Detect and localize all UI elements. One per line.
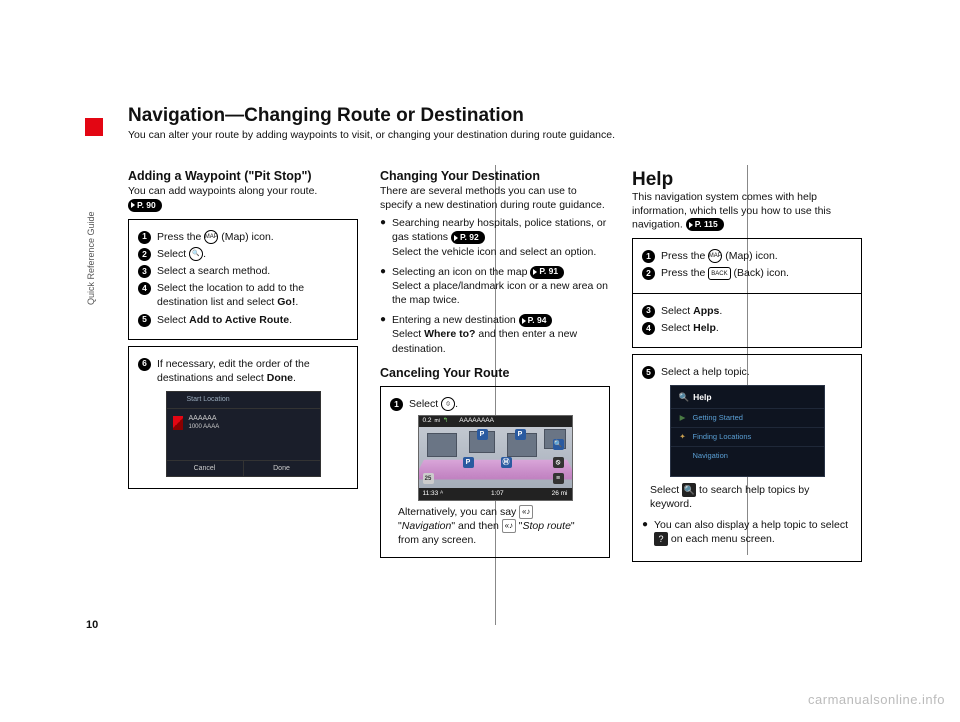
column-help: Help This navigation system comes with h… <box>632 169 862 562</box>
map-icon: MAP <box>204 230 218 244</box>
steps-box-2: 6 If necessary, edit the order of the de… <box>128 346 358 489</box>
cancel-route-box: 1 Select ⦸. 0.2mi ↰ AAAAAAAA <box>380 386 610 558</box>
screenshot-map: 0.2mi ↰ AAAAAAAA P P 🔍 P Ⓜ <box>418 415 573 501</box>
step-text: Select ⦸. <box>409 397 458 411</box>
heading-destination: Changing Your Destination <box>380 169 610 183</box>
section-tab <box>85 118 103 136</box>
step-number: 1 <box>138 231 151 244</box>
search-icon: 🔍 <box>682 483 696 497</box>
step-number: 5 <box>138 314 151 327</box>
page-reference: P. 115 <box>686 218 724 231</box>
cancel-button: Cancel <box>167 461 244 476</box>
bullet-text: Entering a new destination P. 94 Select … <box>392 313 610 356</box>
step-text: Press the MAP (Map) icon. <box>661 249 778 263</box>
step-number: 2 <box>138 248 151 261</box>
done-button: Done <box>244 461 320 476</box>
step-number: 4 <box>642 322 655 335</box>
help-box-2: 3 Select Apps. 4 Select Help. <box>632 294 862 348</box>
heading-cancel-route: Canceling Your Route <box>380 366 610 380</box>
step-number: 6 <box>138 358 151 371</box>
step-number: 2 <box>642 267 655 280</box>
help-icon: ? <box>654 532 668 546</box>
bullet-text: Searching nearby hospitals, police stati… <box>392 216 610 259</box>
step-text: If necessary, edit the order of the dest… <box>157 357 348 385</box>
search-instruction: Select 🔍 to search help topics by keywor… <box>642 483 852 511</box>
watermark: carmanualsonline.info <box>808 692 945 707</box>
step-number: 5 <box>642 366 655 379</box>
intro-waypoint: You can add waypoints along your route. … <box>128 185 358 213</box>
play-icon: ▶ <box>679 413 687 423</box>
page-reference: P. 90 <box>128 199 162 212</box>
help-box-3: 5 Select a help topic. 🔍Help ▶Getting St… <box>632 354 862 562</box>
step-text: Press the BACK (Back) icon. <box>661 266 789 280</box>
heading-waypoint: Adding a Waypoint ("Pit Stop") <box>128 169 358 183</box>
screenshot-waypoint-list: Start Location AAAAAA1000 AAAA Cancel Do… <box>166 391 321 477</box>
screenshot-help: 🔍Help ▶Getting Started ✦Finding Location… <box>670 385 825 477</box>
page-subtitle: You can alter your route by adding waypo… <box>128 129 868 141</box>
step-text: Select a search method. <box>157 264 270 278</box>
step-text: Select a help topic. <box>661 365 750 379</box>
steps-box-1: 1 Press the MAP (Map) icon. 2 Select 🔍. … <box>128 219 358 340</box>
voice-icon: «♪ <box>519 505 533 519</box>
step-text: Select 🔍. <box>157 247 206 261</box>
step-number: 1 <box>642 250 655 263</box>
intro-destination: There are several methods you can use to… <box>380 185 610 212</box>
step-number: 3 <box>138 265 151 278</box>
side-label: Quick Reference Guide <box>86 145 104 305</box>
page-title: Navigation—Changing Route or Destination <box>128 105 868 127</box>
step-number: 4 <box>138 282 151 295</box>
map-icon: MAP <box>708 249 722 263</box>
column-waypoint: Adding a Waypoint ("Pit Stop") You can a… <box>128 169 358 562</box>
step-text: Select Add to Active Route. <box>157 313 292 327</box>
step-number: 1 <box>390 398 403 411</box>
step-text: Press the MAP (Map) icon. <box>157 230 274 244</box>
page-reference: P. 91 <box>530 266 564 279</box>
step-text: Select Apps. <box>661 304 722 318</box>
search-icon: 🔍 <box>679 392 690 403</box>
search-icon: 🔍 <box>189 247 203 261</box>
page-number: 10 <box>86 619 98 631</box>
back-icon: BACK <box>708 267 730 280</box>
bullet-text: Selecting an icon on the map P. 91 Selec… <box>392 265 610 308</box>
column-destination: Changing Your Destination There are seve… <box>380 169 610 562</box>
flag-icon <box>173 416 183 430</box>
page-reference: P. 92 <box>451 231 485 244</box>
intro-help: This navigation system comes with help i… <box>632 191 862 232</box>
page-reference: P. 94 <box>519 314 553 327</box>
help-box-1: 1 Press the MAP (Map) icon. 2 Press the … <box>632 238 862 293</box>
voice-icon: «♪ <box>502 519 516 533</box>
stop-icon: ⦸ <box>441 397 455 411</box>
bullet-text: You can also display a help topic to sel… <box>654 518 852 546</box>
step-number: 3 <box>642 305 655 318</box>
step-text: Select the location to add to the destin… <box>157 281 348 309</box>
plus-icon: ✦ <box>679 432 687 442</box>
heading-help: Help <box>632 169 862 191</box>
step-text: Select Help. <box>661 321 719 335</box>
voice-instruction: Alternatively, you can say «♪ "Navigatio… <box>390 505 600 548</box>
page-content: Navigation—Changing Route or Destination… <box>128 105 868 605</box>
